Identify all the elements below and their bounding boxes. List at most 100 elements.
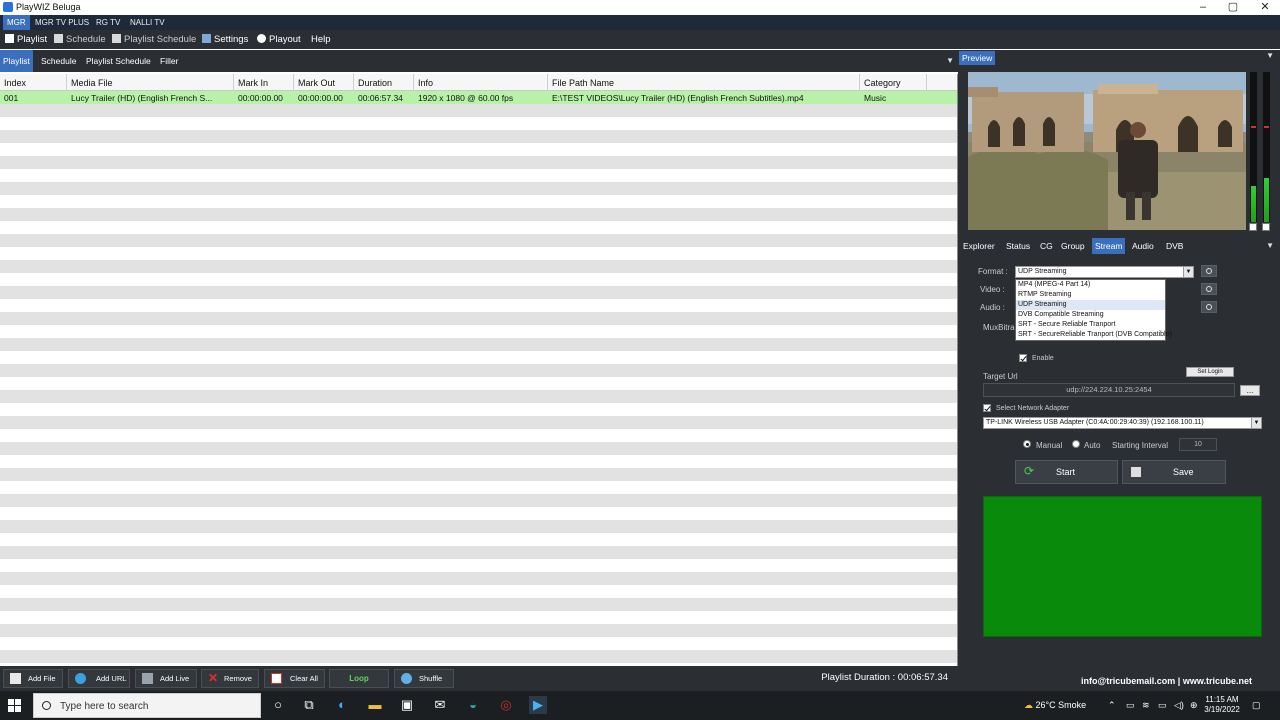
empty-table-row[interactable]	[0, 481, 957, 494]
minimize-button[interactable]: –	[1190, 0, 1216, 15]
channel-tab-rg-tv[interactable]: RG TV	[92, 15, 124, 30]
column-header-index[interactable]: Index	[0, 74, 67, 91]
empty-table-row[interactable]	[0, 221, 957, 234]
file-explorer-icon[interactable]: ▬	[366, 696, 384, 714]
taskbar-search-box[interactable]: Type here to search	[33, 693, 261, 718]
empty-table-row[interactable]	[0, 390, 957, 403]
tab-menu-chevron-down-icon[interactable]: ▼	[946, 56, 954, 65]
channel-tab-nalli-tv[interactable]: NALLI TV	[126, 15, 169, 30]
empty-table-row[interactable]	[0, 286, 957, 299]
format-option-srt[interactable]: SRT - Secure Reliable Tranport	[1016, 320, 1165, 330]
shuffle-button[interactable]: Shuffle	[394, 669, 454, 688]
format-option-dvb[interactable]: DVB Compatible Streaming	[1016, 310, 1165, 320]
empty-table-row[interactable]	[0, 455, 957, 468]
save-button[interactable]: Save	[1122, 460, 1226, 484]
empty-table-row[interactable]	[0, 338, 957, 351]
system-clock[interactable]: 11:15 AM 3/19/2022	[1200, 695, 1244, 715]
menu-schedule[interactable]: Schedule	[54, 33, 106, 46]
format-option-rtmp[interactable]: RTMP Streaming	[1016, 290, 1165, 300]
empty-table-row[interactable]	[0, 312, 957, 325]
empty-table-row[interactable]	[0, 377, 957, 390]
column-header-mark-out[interactable]: Mark Out	[294, 74, 354, 91]
empty-table-row[interactable]	[0, 520, 957, 533]
empty-table-row[interactable]	[0, 416, 957, 429]
cortana-icon[interactable]: ○	[269, 696, 287, 714]
empty-table-row[interactable]	[0, 195, 957, 208]
format-option-mp4[interactable]: MP4 (MPEG-4 Part 14)	[1016, 280, 1165, 290]
empty-table-row[interactable]	[0, 572, 957, 585]
tab-status[interactable]: Status	[1003, 238, 1033, 254]
empty-table-row[interactable]	[0, 611, 957, 624]
empty-table-row[interactable]	[0, 104, 957, 117]
edge-browser-icon[interactable]: ◐	[333, 696, 351, 714]
menu-settings[interactable]: Settings	[202, 33, 248, 46]
empty-table-row[interactable]	[0, 468, 957, 481]
empty-table-row[interactable]	[0, 169, 957, 182]
audio-settings-button[interactable]	[1201, 301, 1217, 313]
wifi-icon[interactable]: ≋	[1142, 700, 1150, 711]
close-button[interactable]: ✕	[1252, 0, 1278, 15]
stream-tabs-chevron-down-icon[interactable]: ▼	[1266, 241, 1274, 250]
column-header-info[interactable]: Info	[414, 74, 548, 91]
volume-icon[interactable]: ◁)	[1174, 700, 1184, 711]
preview-chevron-down-icon[interactable]: ▼	[1266, 51, 1274, 60]
empty-table-row[interactable]	[0, 624, 957, 637]
notifications-icon[interactable]: ▢	[1252, 700, 1261, 711]
column-header-category[interactable]: Category	[860, 74, 927, 91]
empty-table-row[interactable]	[0, 182, 957, 195]
playwiz-taskbar-icon[interactable]: ▶	[529, 696, 547, 714]
format-option-srt-dvb[interactable]: SRT - SecureReliable Tranport (DVB Compa…	[1016, 330, 1172, 340]
maximize-button[interactable]: ▢	[1220, 0, 1246, 15]
format-select[interactable]: UDP Streaming ▼	[1015, 266, 1194, 278]
store-icon[interactable]: ▣	[398, 696, 416, 714]
tab-schedule[interactable]: Schedule	[38, 50, 79, 72]
empty-table-row[interactable]	[0, 429, 957, 442]
start-button[interactable]: ⟳ Start	[1015, 460, 1118, 484]
app-red-icon[interactable]: ◎	[497, 696, 515, 714]
meter-left-checkbox[interactable]	[1249, 223, 1257, 231]
empty-table-row[interactable]	[0, 442, 957, 455]
empty-table-row[interactable]	[0, 585, 957, 598]
video-settings-button[interactable]	[1201, 283, 1217, 295]
empty-table-row[interactable]	[0, 208, 957, 221]
empty-table-row[interactable]	[0, 494, 957, 507]
channel-tab-mgr-tv-plus[interactable]: MGR TV PLUS	[31, 15, 93, 30]
tab-stream[interactable]: Stream	[1092, 238, 1126, 254]
empty-table-row[interactable]	[0, 598, 957, 611]
menu-playlist-schedule[interactable]: Playlist Schedule	[112, 33, 196, 46]
column-header-file-path[interactable]: File Path Name	[548, 74, 860, 91]
empty-table-row[interactable]	[0, 364, 957, 377]
starting-interval-input[interactable]: 10	[1179, 438, 1217, 451]
empty-table-row[interactable]	[0, 325, 957, 338]
set-login-button[interactable]: Set Login	[1186, 367, 1234, 377]
empty-table-row[interactable]	[0, 650, 957, 663]
tab-group[interactable]: Group	[1058, 238, 1088, 254]
weather-widget[interactable]: ☁ 26°C Smoke	[1024, 700, 1086, 711]
empty-table-row[interactable]	[0, 299, 957, 312]
add-file-button[interactable]: Add File	[3, 669, 63, 688]
tab-explorer[interactable]: Explorer	[960, 238, 998, 254]
format-settings-button[interactable]	[1201, 265, 1217, 277]
empty-table-row[interactable]	[0, 143, 957, 156]
empty-table-row[interactable]	[0, 156, 957, 169]
battery-icon[interactable]: ▭	[1158, 700, 1167, 711]
empty-table-row[interactable]	[0, 403, 957, 416]
manual-radio[interactable]	[1023, 440, 1031, 448]
browse-button[interactable]: ...	[1240, 385, 1260, 396]
tab-playlist-schedule[interactable]: Playlist Schedule	[83, 50, 154, 72]
mail-icon[interactable]: ✉	[431, 696, 449, 714]
tab-dvb[interactable]: DVB	[1163, 238, 1186, 254]
windows-start-icon[interactable]	[8, 699, 21, 712]
loop-toggle[interactable]: Loop	[329, 669, 389, 688]
format-option-udp[interactable]: UDP Streaming	[1016, 300, 1165, 310]
tray-chevron-up-icon[interactable]: ⌃	[1108, 700, 1116, 711]
menu-playout[interactable]: Playout	[257, 33, 301, 46]
select-adapter-checkbox[interactable]	[983, 404, 991, 412]
tab-playlist[interactable]: Playlist	[0, 50, 33, 72]
channel-tab-mgr[interactable]: MGR	[3, 15, 30, 30]
tab-cg[interactable]: CG	[1037, 238, 1056, 254]
enable-checkbox[interactable]	[1019, 354, 1027, 362]
target-url-input[interactable]: udp://224.224.10.25:2454	[983, 383, 1235, 397]
empty-table-row[interactable]	[0, 247, 957, 260]
tab-filler[interactable]: Filler	[157, 50, 181, 72]
